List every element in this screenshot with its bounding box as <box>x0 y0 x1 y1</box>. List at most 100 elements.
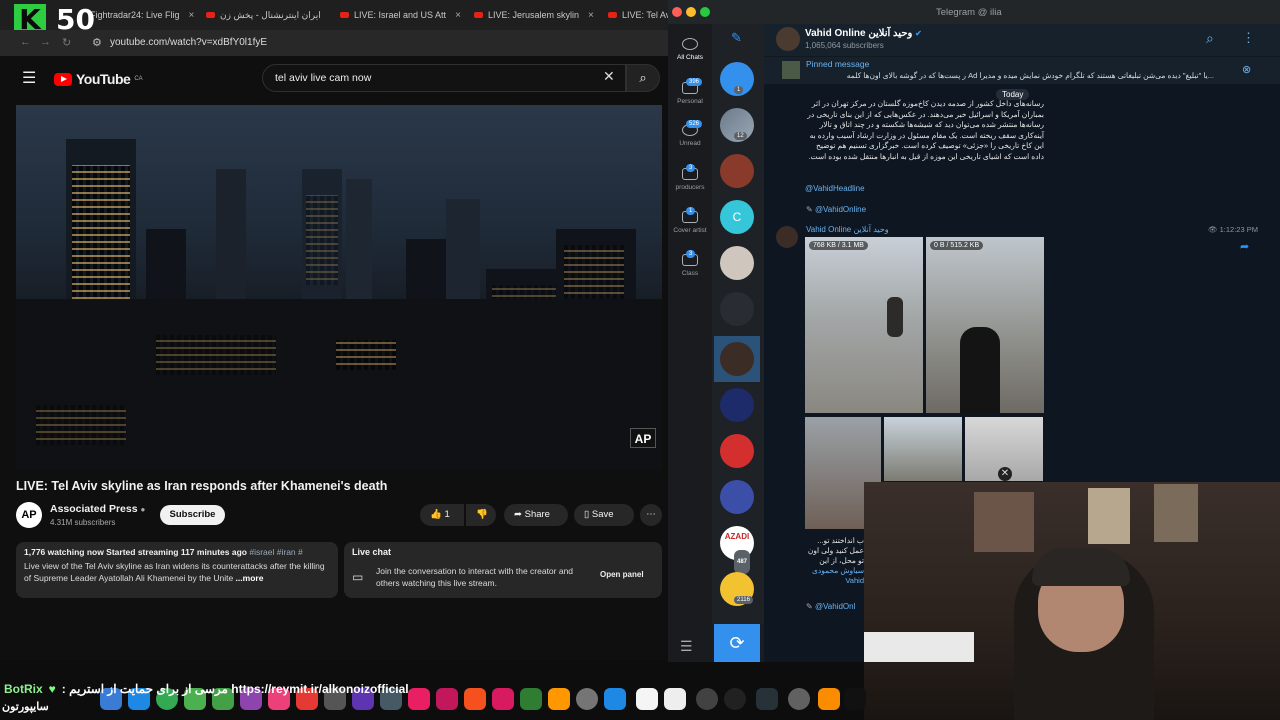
live-chat-title: Live chat <box>352 547 392 557</box>
more-icon: ⋯ <box>646 509 656 520</box>
close-icon[interactable]: × <box>588 10 594 21</box>
video-player[interactable] <box>16 105 662 469</box>
channel-subscriber-count: 1,065,064 subscribers <box>805 41 884 50</box>
mention-link[interactable]: @VahidHeadline <box>805 184 865 193</box>
more-link[interactable]: ...more <box>236 573 264 583</box>
apartment-lights <box>336 340 396 370</box>
wall-poster <box>1154 484 1198 542</box>
channel-name[interactable]: Vahid Online وحید آنلاین ✔ <box>805 28 922 39</box>
sender-avatar[interactable] <box>776 226 798 248</box>
close-icon[interactable]: × <box>189 10 195 21</box>
chat-item[interactable]: 1 <box>720 62 754 96</box>
chat-item[interactable] <box>720 292 754 326</box>
open-panel-button[interactable]: Open panel <box>600 570 644 579</box>
zoom-window-button[interactable] <box>700 7 710 17</box>
site-settings-icon[interactable]: ⚙ <box>92 36 102 49</box>
chat-item[interactable] <box>720 388 754 422</box>
views-icon: 👁 <box>1208 225 1218 234</box>
youtube-icon <box>340 12 349 18</box>
mention-link[interactable]: ✎ @VahidOnl <box>806 602 855 611</box>
minimize-window-button[interactable] <box>686 7 696 17</box>
bookmark-icon: ▯ <box>584 509 590 520</box>
browser-tab[interactable]: ایران اینترنشنال - پخش زن× <box>206 5 330 25</box>
stream-ticker: BotRix ♥ : مرسی از برای حمایت از استریم … <box>0 678 864 700</box>
tab-label: LIVE: Israel and US Att <box>354 10 447 20</box>
channel-avatar[interactable]: AP <box>16 502 42 528</box>
youtube-icon <box>206 12 215 18</box>
video-title: LIVE: Tel Aviv skyline as Iran responds … <box>16 479 388 493</box>
subscribe-button[interactable]: Subscribe <box>160 505 225 525</box>
person-figure <box>960 327 1000 413</box>
reload-icon[interactable]: ↻ <box>62 36 71 49</box>
tab-label: ایران اینترنشنال - پخش زن <box>220 9 321 20</box>
folder-cover-artist[interactable]: 1 Cover artist <box>668 207 712 234</box>
url-text[interactable]: youtube.com/watch?v=xdBfY0l1fyE <box>110 37 267 48</box>
heart-icon: ♥ <box>48 682 56 696</box>
folder-producers[interactable]: 3 producers <box>668 164 712 191</box>
youtube-wordmark: YouTube <box>76 71 131 87</box>
media-photo[interactable]: 768 KB / 3.1 MB <box>805 237 923 413</box>
share-button[interactable]: ➦ Share <box>504 504 568 526</box>
channel-subscriber-count: 4.31M subscribers <box>50 518 116 527</box>
region-code: CA <box>134 76 143 82</box>
chat-item[interactable]: 2116 <box>720 572 754 606</box>
chat-item[interactable] <box>720 154 754 188</box>
menu-icon[interactable]: ☰ <box>22 68 36 88</box>
forward-icon[interactable]: ➦ <box>1240 240 1249 253</box>
dislike-button[interactable]: 👎 <box>466 504 496 526</box>
close-window-button[interactable] <box>672 7 682 17</box>
mention-link[interactable]: ✎ @VahidOnline <box>806 205 866 214</box>
chat-item[interactable] <box>720 246 754 280</box>
like-count: 1 <box>444 509 450 520</box>
search-icon[interactable]: ⌕ <box>1206 30 1214 47</box>
search-button[interactable]: ⌕ <box>626 64 660 92</box>
chat-item[interactable] <box>720 480 754 514</box>
folder-unread[interactable]: 526 Unread <box>668 120 712 147</box>
verified-icon: ● <box>140 505 146 514</box>
apartment-lights <box>156 335 276 375</box>
refresh-button[interactable]: ⟳ <box>714 624 760 662</box>
download-size: 0 B / 515.2 KB <box>930 241 984 250</box>
folder-all-chats[interactable]: All Chats <box>668 38 712 61</box>
share-icon: ➦ <box>514 509 522 520</box>
media-photo[interactable]: 0 B / 515.2 KB <box>926 237 1044 413</box>
search-input[interactable]: tel aviv live cam now <box>262 64 626 92</box>
sender-name[interactable]: Vahid Online وحید آنلاین <box>806 225 889 234</box>
compose-icon[interactable]: ✎ <box>731 30 742 46</box>
browser-tab[interactable]: LIVE: Jerusalem skylin × <box>474 5 598 25</box>
download-size: 768 KB / 3.1 MB <box>809 241 868 250</box>
hashtags[interactable]: #israel #iran # <box>249 547 302 557</box>
back-icon[interactable]: ← <box>20 36 31 48</box>
media-photo[interactable] <box>884 417 962 481</box>
close-icon[interactable]: ✕ <box>998 467 1012 481</box>
close-pinned-icon[interactable]: ⊗ <box>1242 63 1251 76</box>
folder-class[interactable]: 3 Class <box>668 250 712 277</box>
forward-icon[interactable]: → <box>40 36 51 48</box>
youtube-logo[interactable]: YouTube CA <box>54 71 143 87</box>
save-button[interactable]: ▯ Save <box>574 504 634 526</box>
message-text: رسانه‌های داخل کشور از صدمه دیدن کاخ‌موز… <box>807 99 1044 161</box>
more-actions-button[interactable]: ⋯ <box>640 504 662 526</box>
message-text: ...ب انداختند تو عمل کنید ولی اون تو محل… <box>807 536 864 585</box>
attachment-icon: ✎ <box>806 602 813 611</box>
share-label: Share <box>524 509 550 520</box>
chat-item[interactable]: C <box>720 200 754 234</box>
settings-sliders-icon[interactable]: ☰ <box>680 638 693 655</box>
chat-item[interactable]: 12 <box>720 108 754 142</box>
channel-name[interactable]: Associated Press ● <box>50 503 145 515</box>
clear-search-icon[interactable]: ✕ <box>603 68 615 85</box>
folder-personal[interactable]: 396 Personal <box>668 78 712 105</box>
chats-icon <box>682 38 698 50</box>
channel-avatar[interactable] <box>776 27 800 51</box>
more-options-icon[interactable]: ⋮ <box>1242 30 1255 46</box>
browser-tab-active[interactable]: LIVE: Tel Av <box>608 5 668 25</box>
chat-item[interactable]: AZADI 487 <box>720 526 754 574</box>
ticker-text: : مرسی از برای حمایت از استریم https://r… <box>61 682 409 696</box>
browser-tab[interactable]: Fightradar24: Live Flig × <box>90 5 200 25</box>
tab-label: LIVE: Tel Av <box>622 10 668 20</box>
browser-tab[interactable]: LIVE: Israel and US Att × <box>340 5 464 25</box>
chat-item[interactable] <box>720 434 754 468</box>
piano-keys <box>864 632 974 662</box>
like-button[interactable]: 👍 1 <box>420 504 464 526</box>
close-icon[interactable]: × <box>455 10 461 21</box>
